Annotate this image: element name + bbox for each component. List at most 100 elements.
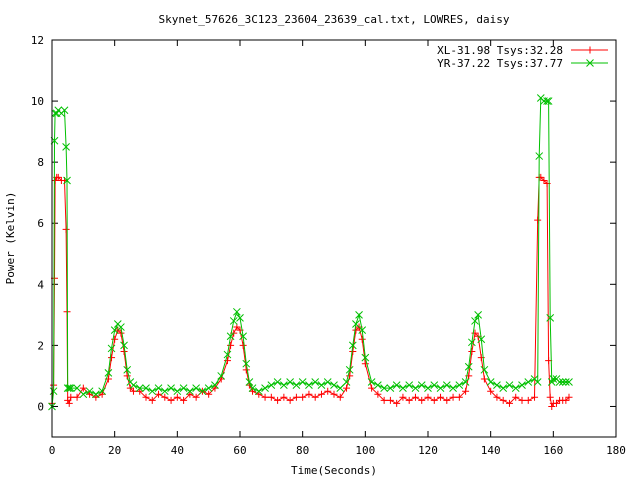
data-point: [317, 390, 325, 398]
data-point: [51, 176, 59, 184]
data-point: [204, 384, 213, 392]
data-point: [386, 396, 394, 404]
data-point: [167, 396, 175, 404]
data-point: [499, 396, 507, 404]
data-point: [367, 378, 376, 386]
series-line: [51, 96, 569, 407]
data-point: [493, 381, 501, 389]
data-point: [442, 381, 451, 389]
data-point: [64, 396, 72, 404]
x-axis-label: Time(Seconds): [291, 464, 377, 477]
data-point: [317, 381, 326, 389]
data-point: [330, 381, 338, 389]
data-point: [274, 396, 282, 404]
data-point: [292, 393, 300, 401]
data-point: [486, 378, 495, 386]
data-point: [261, 393, 269, 401]
x-tick-label: 100: [355, 444, 375, 457]
data-point: [534, 216, 542, 224]
data-point: [531, 393, 539, 401]
data-point: [524, 396, 532, 404]
data-point: [179, 384, 188, 392]
y-tick-label: 6: [37, 217, 44, 230]
x-tick-label: 20: [108, 444, 121, 457]
data-point: [518, 396, 526, 404]
data-point: [405, 381, 414, 389]
y-axis-ticks: 0 2 4 6 8 10 12: [31, 34, 616, 413]
data-point: [161, 393, 169, 401]
x-tick-label: 40: [171, 444, 184, 457]
x-tick-label: 0: [49, 444, 56, 457]
plot-frame: [51, 39, 617, 438]
data-point: [292, 381, 301, 389]
data-point: [524, 378, 533, 386]
data-point: [192, 384, 200, 392]
legend-label: YR-37.22 Tsys:37.77: [437, 57, 563, 70]
data-point: [449, 384, 457, 392]
data-point: [336, 393, 344, 401]
x-tick-label: 180: [606, 444, 626, 457]
x-tick-label: 120: [418, 444, 438, 457]
data-point: [424, 393, 432, 401]
data-point: [405, 396, 413, 404]
data-point: [154, 384, 163, 392]
data-point: [418, 396, 426, 404]
data-point: [267, 381, 276, 389]
data-point: [455, 381, 464, 389]
data-point: [511, 384, 520, 392]
data-point: [324, 387, 332, 395]
data-point: [229, 317, 238, 325]
data-point: [411, 384, 420, 392]
y-axis-label: Power (Kelvin): [4, 192, 17, 285]
data-point: [424, 384, 432, 392]
data-point: [261, 384, 269, 392]
data-point: [286, 378, 294, 386]
data-point: [167, 384, 175, 392]
data-point: [67, 393, 75, 401]
data-point: [311, 393, 319, 401]
data-point: [430, 381, 439, 389]
data-point: [392, 381, 401, 389]
data-point: [323, 378, 332, 386]
chart: Skynet_57626_3C123_23604_23639_cal.txt, …: [4, 13, 626, 477]
data-point: [298, 378, 307, 386]
data-point: [305, 381, 313, 389]
data-point: [65, 399, 73, 407]
data-point: [546, 393, 554, 401]
data-point: [449, 393, 457, 401]
data-point: [374, 381, 382, 389]
data-point: [336, 384, 345, 392]
data-point: [305, 390, 313, 398]
x-tick-label: 60: [233, 444, 246, 457]
y-tick-label: 4: [37, 278, 44, 291]
data-point: [343, 384, 351, 392]
data-point: [242, 366, 250, 374]
data-point: [399, 384, 407, 392]
data-point: [148, 387, 157, 396]
x-tick-label: 160: [543, 444, 563, 457]
data-point: [586, 46, 594, 54]
series-2: [48, 94, 573, 411]
data-point: [311, 378, 320, 386]
data-point: [129, 381, 138, 389]
y-tick-label: 12: [31, 34, 44, 47]
data-point: [173, 393, 181, 401]
y-tick-label: 2: [37, 339, 44, 352]
data-point: [62, 225, 70, 233]
legend: XL-31.98 Tsys:32.28YR-37.22 Tsys:37.77: [437, 44, 608, 70]
chart-title: Skynet_57626_3C123_23604_23639_cal.txt, …: [159, 13, 510, 26]
data-point: [108, 354, 116, 362]
data-point: [273, 378, 282, 386]
data-point: [79, 390, 88, 399]
y-tick-label: 10: [31, 95, 44, 108]
data-point: [299, 393, 307, 401]
series-layer: [48, 94, 573, 411]
data-point: [267, 393, 275, 401]
y-tick-label: 8: [37, 156, 44, 169]
data-point: [505, 381, 514, 389]
data-point: [73, 393, 81, 401]
data-point: [280, 381, 288, 389]
data-point: [499, 384, 508, 392]
data-point: [239, 341, 247, 349]
data-point: [443, 396, 451, 404]
